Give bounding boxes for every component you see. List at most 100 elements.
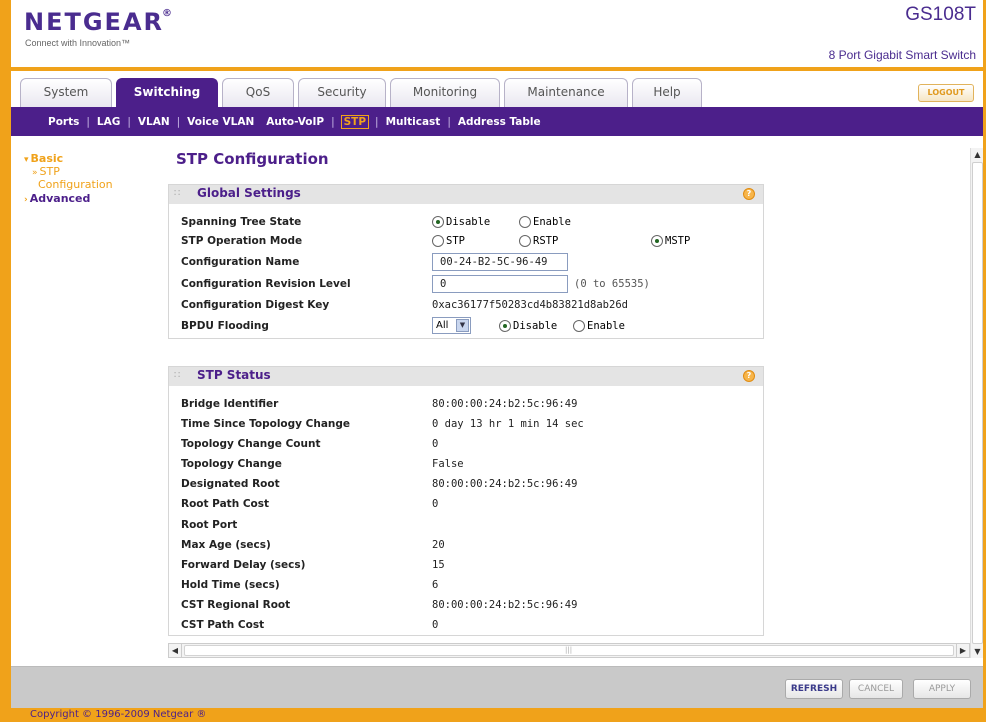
topology-change-count-value: 0 xyxy=(432,438,439,450)
bpdu-flooding-scope-select[interactable]: All ▼ xyxy=(432,317,471,334)
stp-operation-mode-label: STP Operation Mode xyxy=(181,235,303,247)
status-row: Max Age (secs) 20 xyxy=(181,535,761,555)
nav-basic[interactable]: ▾ Basic xyxy=(24,152,63,165)
max-age-value: 20 xyxy=(432,539,445,551)
revision-level-range-hint: (0 to 65535) xyxy=(574,278,650,290)
bpdu-enable-option[interactable]: Enable xyxy=(573,316,625,336)
netgear-logo: NETGEAR® xyxy=(24,8,174,36)
cst-regional-root-value: 80:00:00:24:b2:5c:96:49 xyxy=(432,599,578,611)
horizontal-scroll-thumb[interactable]: ||| xyxy=(184,645,954,656)
designated-root-value: 80:00:00:24:b2:5c:96:49 xyxy=(432,478,578,490)
mode-mstp-option[interactable]: MSTP xyxy=(651,231,690,251)
page-title: STP Configuration xyxy=(176,150,329,168)
chevron-right-icon: › xyxy=(24,195,28,205)
bridge-identifier-value: 80:00:00:24:b2:5c:96:49 xyxy=(432,398,578,410)
root-port-label: Root Port xyxy=(181,519,238,531)
status-row: Root Port xyxy=(181,515,761,535)
tab-system[interactable]: System xyxy=(20,78,112,107)
cst-path-cost-value: 0 xyxy=(432,619,439,631)
root-path-cost-label: Root Path Cost xyxy=(181,498,270,510)
stp-status-title: STP Status xyxy=(197,368,271,382)
mode-stp-option[interactable]: STP xyxy=(432,231,465,251)
help-icon[interactable]: ? xyxy=(743,370,755,382)
tagline: Connect with Innovation™ xyxy=(25,38,131,48)
scroll-up-icon[interactable]: ▲ xyxy=(971,148,984,161)
vertical-scrollbar[interactable]: ▲ ▼ xyxy=(970,148,983,658)
tab-help[interactable]: Help xyxy=(632,78,702,107)
subnav-stp[interactable]: STP xyxy=(340,114,370,129)
app-window: NETGEAR® Connect with Innovation™ GS108T… xyxy=(0,0,986,722)
mode-mstp-radio[interactable] xyxy=(651,235,663,247)
nav-advanced-label: Advanced xyxy=(29,192,91,205)
mode-stp-radio[interactable] xyxy=(432,235,444,247)
scroll-left-icon[interactable]: ◀ xyxy=(169,644,182,657)
tab-switching[interactable]: Switching xyxy=(116,78,218,107)
chevron-down-icon: ▾ xyxy=(24,155,29,165)
status-row: Topology Change False xyxy=(181,454,761,474)
refresh-button[interactable]: REFRESH xyxy=(785,679,843,699)
nav-stp-configuration-line2[interactable]: Configuration xyxy=(38,178,113,191)
left-border xyxy=(0,0,11,722)
grip-icon: ||| xyxy=(565,646,573,654)
bridge-identifier-label: Bridge Identifier xyxy=(181,398,279,410)
spanning-tree-enable-radio[interactable] xyxy=(519,216,531,228)
bpdu-enable-radio[interactable] xyxy=(573,320,585,332)
stp-operation-mode-row: STP Operation Mode STP RSTP MSTP xyxy=(181,231,761,251)
status-row: Root Path Cost 0 xyxy=(181,494,761,514)
status-row: Forward Delay (secs) 15 xyxy=(181,555,761,575)
bpdu-disable-radio[interactable] xyxy=(499,320,511,332)
nav-advanced[interactable]: › Advanced xyxy=(24,192,90,205)
help-icon[interactable]: ? xyxy=(743,188,755,200)
designated-root-label: Designated Root xyxy=(181,478,280,490)
spanning-tree-state-row: Spanning Tree State Disable Enable xyxy=(181,212,761,232)
topology-change-count-label: Topology Change Count xyxy=(181,438,321,450)
tab-monitoring[interactable]: Monitoring xyxy=(390,78,500,107)
forward-delay-value: 15 xyxy=(432,559,445,571)
chevron-down-icon: ▼ xyxy=(456,319,469,332)
logout-button[interactable]: LOGOUT xyxy=(918,84,974,102)
stp-status-header: ∷ STP Status ? xyxy=(169,367,763,386)
subnav-voice-vlan[interactable]: Voice VLAN xyxy=(186,116,255,128)
configuration-name-label: Configuration Name xyxy=(181,256,300,268)
mode-rstp-radio[interactable] xyxy=(519,235,531,247)
logo-reg-mark: ® xyxy=(162,8,174,19)
apply-button[interactable]: APPLY xyxy=(913,679,971,699)
vertical-scroll-thumb[interactable] xyxy=(972,162,983,644)
subnav-ports[interactable]: Ports xyxy=(47,116,80,128)
configuration-digest-key-row: Configuration Digest Key 0xac36177f50283… xyxy=(181,295,761,315)
topology-change-value: False xyxy=(432,458,464,470)
tab-maintenance[interactable]: Maintenance xyxy=(504,78,628,107)
model-name: GS108T xyxy=(905,4,976,25)
forward-delay-label: Forward Delay (secs) xyxy=(181,559,306,571)
subnav-vlan[interactable]: VLAN xyxy=(137,116,171,128)
configuration-digest-key-label: Configuration Digest Key xyxy=(181,299,330,311)
scroll-right-icon[interactable]: ▶ xyxy=(956,644,969,657)
configuration-name-input[interactable]: 00-24-B2-5C-96-49 xyxy=(432,253,568,271)
status-row: Hold Time (secs) 6 xyxy=(181,575,761,595)
tab-qos[interactable]: QoS xyxy=(222,78,294,107)
spanning-tree-disable-radio[interactable] xyxy=(432,216,444,228)
configuration-revision-level-input[interactable]: 0 xyxy=(432,275,568,293)
sub-navigation: Ports | LAG | VLAN | Voice VLAN Auto-VoI… xyxy=(11,107,983,136)
bpdu-disable-option[interactable]: Disable xyxy=(499,316,557,336)
bpdu-flooding-row: BPDU Flooding All ▼ Disable Enable xyxy=(181,316,761,336)
nav-stp-configuration[interactable]: » STP xyxy=(32,165,60,178)
subnav-address-table[interactable]: Address Table xyxy=(457,116,542,128)
spanning-tree-enable-option[interactable]: Enable xyxy=(519,212,571,232)
horizontal-scrollbar[interactable]: ◀ ||| ▶ xyxy=(168,643,970,658)
spanning-tree-disable-option[interactable]: Disable xyxy=(432,212,490,232)
cancel-button[interactable]: CANCEL xyxy=(849,679,903,699)
header-divider xyxy=(11,67,983,71)
scroll-down-icon[interactable]: ▼ xyxy=(971,645,984,658)
copyright-text: Copyright © 1996-2009 Netgear ® xyxy=(30,709,207,720)
mode-rstp-option[interactable]: RSTP xyxy=(519,231,558,251)
subnav-auto-voip[interactable]: Auto-VoIP xyxy=(265,116,325,128)
tab-security[interactable]: Security xyxy=(298,78,386,107)
configuration-name-row: Configuration Name 00-24-B2-5C-96-49 xyxy=(181,252,761,272)
subnav-multicast[interactable]: Multicast xyxy=(385,116,442,128)
configuration-revision-level-row: Configuration Revision Level 0 (0 to 655… xyxy=(181,274,761,294)
global-settings-title: Global Settings xyxy=(197,186,301,200)
configuration-digest-key-value: 0xac36177f50283cd4b83821d8ab26d xyxy=(432,299,628,311)
logo-text: NETGEAR xyxy=(24,8,164,36)
subnav-lag[interactable]: LAG xyxy=(96,116,121,128)
